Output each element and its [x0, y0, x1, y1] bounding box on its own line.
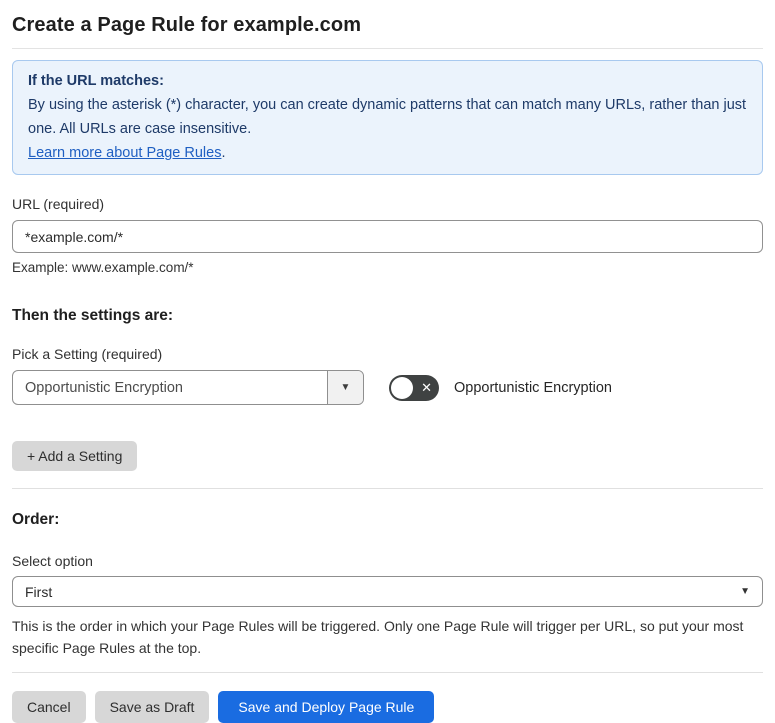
link-suffix: .: [221, 145, 226, 161]
actions-divider: [12, 672, 763, 673]
toggle-off-x-icon: ✕: [421, 379, 432, 395]
order-helper-text: This is the order in which your Page Rul…: [12, 618, 744, 656]
section-divider: [12, 488, 763, 489]
order-section-heading: Order:: [12, 511, 60, 528]
setting-dropdown-value: Opportunistic Encryption: [25, 379, 183, 396]
url-input[interactable]: [12, 220, 763, 253]
opportunistic-encryption-toggle[interactable]: ✕: [389, 374, 439, 401]
add-setting-button[interactable]: + Add a Setting: [12, 441, 138, 471]
actions-row: Cancel Save as Draft Save and Deploy Pag…: [12, 691, 763, 723]
info-box-body: By using the asterisk (*) character, you…: [28, 97, 747, 137]
url-field-label: URL (required): [12, 196, 105, 212]
chevron-down-icon: ▼: [340, 382, 351, 393]
url-example-helper: Example: www.example.com/*: [12, 260, 194, 275]
dropdown-arrow-cell: ▼: [327, 371, 363, 404]
order-select-value: First: [25, 583, 53, 600]
info-box-heading: If the URL matches:: [28, 73, 164, 89]
info-box-link-line: Learn more about Page Rules.: [28, 141, 747, 165]
cancel-button[interactable]: Cancel: [12, 691, 86, 723]
pick-setting-label: Pick a Setting (required): [12, 346, 163, 362]
toggle-knob: [391, 376, 413, 399]
learn-more-link[interactable]: Learn more about Page Rules: [28, 145, 221, 161]
save-draft-button[interactable]: Save as Draft: [94, 691, 210, 723]
url-match-info-box: If the URL matches: By using the asteris…: [12, 60, 763, 175]
save-deploy-button[interactable]: Save and Deploy Page Rule: [218, 691, 435, 723]
select-caret-icon: ▼: [740, 586, 750, 597]
setting-dropdown[interactable]: Opportunistic Encryption ▼: [12, 370, 364, 405]
toggle-label: Opportunistic Encryption: [454, 379, 612, 396]
order-select-label: Select option: [12, 553, 93, 569]
page-rule-form: Create a Page Rule for example.com If th…: [0, 0, 775, 723]
setting-picker-row: Opportunistic Encryption ▼ ✕ Opportunist…: [12, 370, 763, 405]
order-select[interactable]: First ▼: [12, 576, 763, 607]
settings-section-heading: Then the settings are:: [12, 307, 174, 324]
page-title: Create a Page Rule for example.com: [12, 12, 763, 49]
